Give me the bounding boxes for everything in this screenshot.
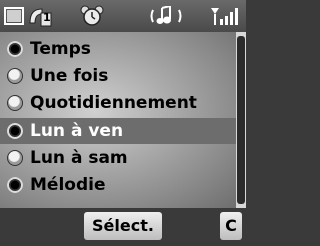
select-softkey[interactable]: Sélect. — [84, 212, 162, 240]
phone-screen: 1 Temps Une fois Quotidiennement Lun à v… — [0, 0, 246, 246]
list-item-lun-a-ven[interactable]: Lun à ven — [0, 118, 236, 144]
list-item-label: Une fois — [30, 66, 109, 86]
scrollbar-thumb[interactable] — [237, 36, 245, 204]
radio-checked-icon — [7, 123, 23, 139]
list-item-une-fois[interactable]: Une fois — [0, 63, 236, 89]
list-item-label: Mélodie — [30, 175, 106, 195]
clear-softkey[interactable]: C — [220, 212, 242, 240]
alarm-options-list: Temps Une fois Quotidiennement Lun à ven… — [0, 32, 236, 208]
line-badge: 1 — [43, 11, 51, 24]
list-item-temps[interactable]: Temps — [0, 36, 236, 62]
signal-strength-icon — [210, 6, 242, 30]
alarm-clock-icon — [80, 5, 104, 31]
radio-unchecked-icon — [7, 68, 23, 84]
radio-checked-icon — [7, 177, 23, 193]
list-item-melodie[interactable]: Mélodie — [0, 172, 236, 198]
scrollbar[interactable] — [236, 32, 246, 208]
radio-unchecked-icon — [7, 95, 23, 111]
status-bar: 1 — [0, 0, 246, 32]
list-item-label: Lun à sam — [30, 148, 128, 168]
line-1-icon: 1 — [26, 5, 52, 31]
list-item-lun-a-sam[interactable]: Lun à sam — [0, 145, 236, 171]
list-item-quotidiennement[interactable]: Quotidiennement — [0, 90, 236, 116]
ringer-icon — [150, 4, 182, 30]
list-item-label: Temps — [30, 39, 91, 59]
softkey-bar: Sélect. C — [0, 208, 246, 246]
screen-icon — [4, 7, 24, 29]
list-item-label: Lun à ven — [30, 121, 124, 141]
radio-unchecked-icon — [7, 150, 23, 166]
list-item-label: Quotidiennement — [30, 93, 197, 113]
radio-checked-icon — [7, 41, 23, 57]
